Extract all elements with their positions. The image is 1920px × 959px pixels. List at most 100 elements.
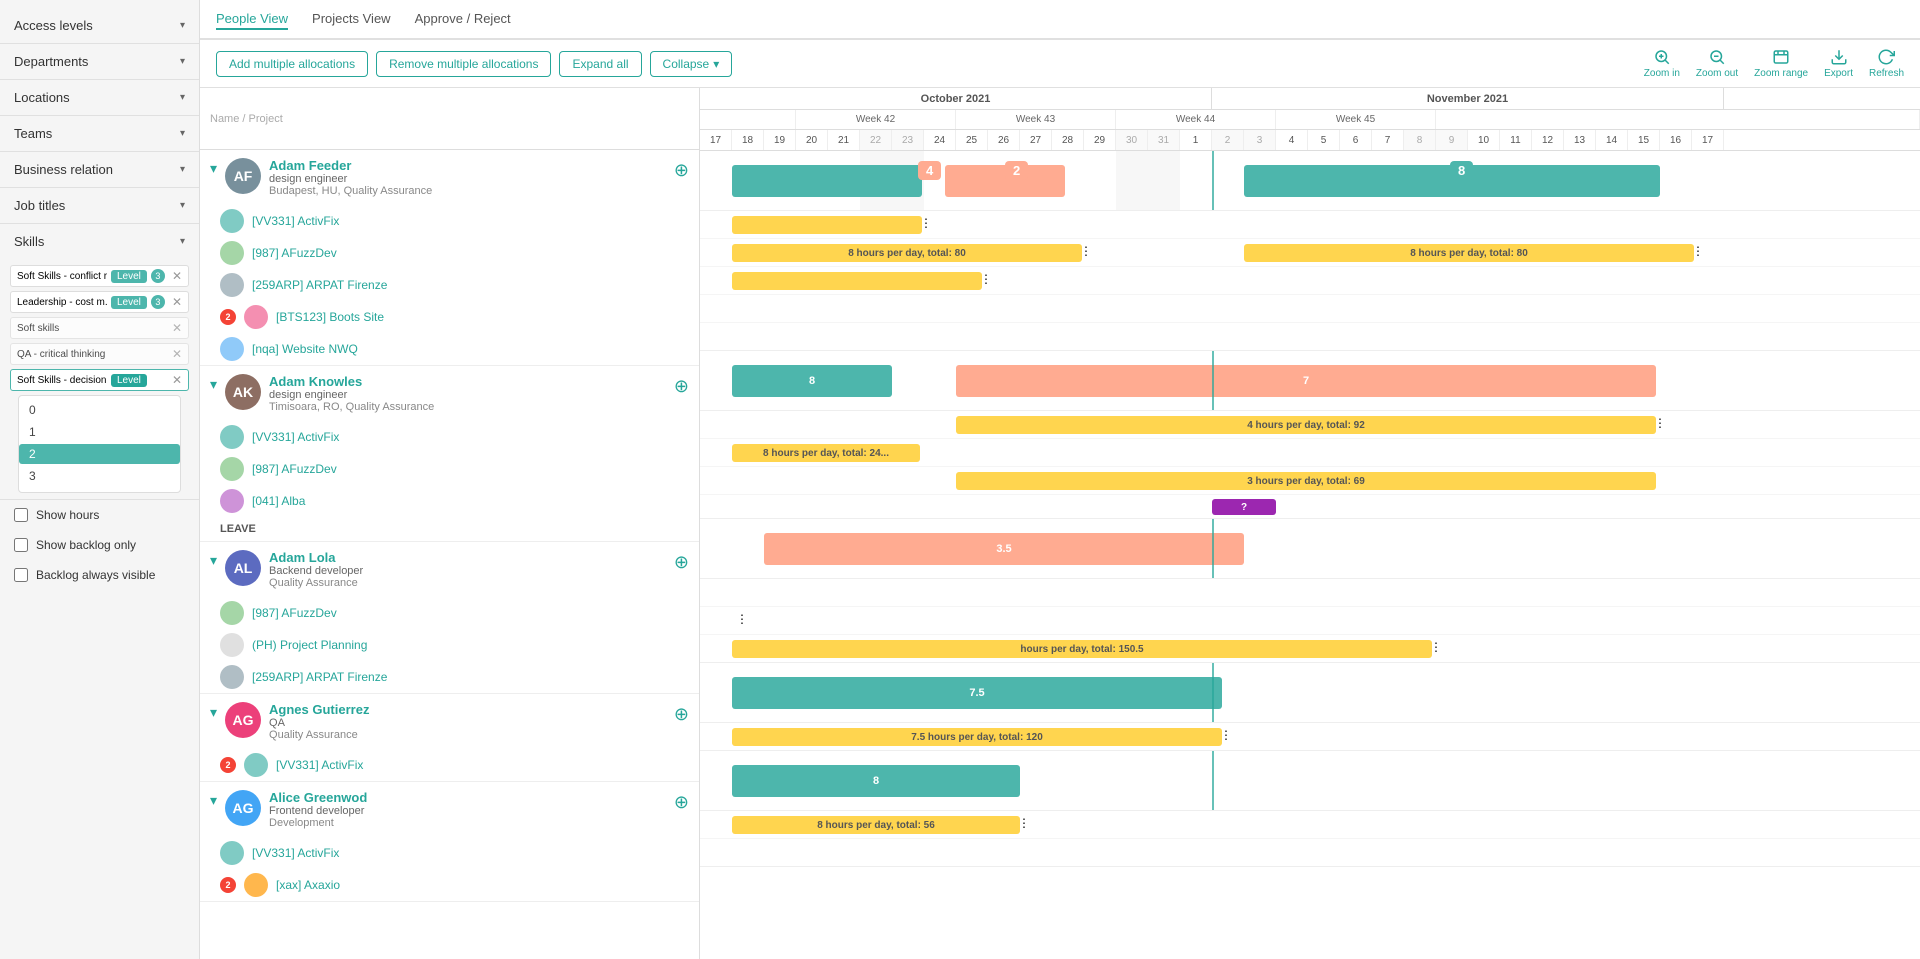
expand-all-button[interactable]: Expand all: [559, 51, 641, 77]
day-cell: 29: [1084, 130, 1116, 150]
project-name[interactable]: [987] AFuzzDev: [252, 462, 337, 476]
allocation-bar[interactable]: 7.5: [732, 677, 1222, 709]
project-name[interactable]: [VV331] ActivFix: [252, 430, 339, 444]
bar-menu: ⋮: [1654, 416, 1666, 430]
project-name[interactable]: [BTS123] Boots Site: [276, 310, 384, 324]
dropdown-item-2[interactable]: 2: [19, 444, 180, 464]
allocation-bar[interactable]: 8: [732, 765, 1020, 797]
backlog-visible-checkbox[interactable]: Backlog always visible: [0, 560, 199, 590]
zoom-range-action[interactable]: Zoom range: [1754, 48, 1808, 79]
show-hours-input[interactable]: [14, 508, 28, 522]
skills-dropdown: 0 1 2 3: [18, 395, 181, 493]
zoom-out-action[interactable]: Zoom out: [1696, 48, 1738, 79]
dropdown-item-0[interactable]: 0: [19, 400, 180, 420]
project-bar[interactable]: 8 hours per day, total: 80: [1244, 244, 1694, 262]
project-row: 2 [BTS123] Boots Site: [200, 301, 699, 333]
avatar: AL: [225, 550, 261, 586]
remove-skill-icon[interactable]: ✕: [172, 373, 182, 387]
project-bar[interactable]: 8 hours per day, total: 80: [732, 244, 1082, 262]
remove-skill-icon[interactable]: ✕: [172, 269, 182, 283]
project-name[interactable]: (PH) Project Planning: [252, 638, 367, 652]
gantt-project-row: ⋮: [700, 607, 1920, 635]
skill-tag-4: QA - critical thinking ... ✕: [10, 343, 189, 365]
dropdown-item-3[interactable]: 3: [19, 466, 180, 486]
day-cell: 18: [732, 130, 764, 150]
skill-level-button[interactable]: Level: [111, 270, 147, 283]
project-name[interactable]: [259ARP] ARPAT Firenze: [252, 278, 387, 292]
conflict-badge: 2: [220, 757, 236, 773]
project-name[interactable]: [xax] Axaxio: [276, 878, 340, 892]
project-bar[interactable]: 3 hours per day, total: 69: [956, 472, 1656, 490]
dropdown-item-1[interactable]: 1: [19, 422, 180, 442]
filter-business-relation[interactable]: Business relation ▾: [0, 152, 199, 188]
project-name[interactable]: [259ARP] ARPAT Firenze: [252, 670, 387, 684]
add-allocation-icon[interactable]: ⊕: [674, 552, 689, 573]
add-allocation-icon[interactable]: ⊕: [674, 160, 689, 181]
project-bar[interactable]: hours per day, total: 150.5: [732, 640, 1432, 658]
refresh-action[interactable]: Refresh: [1869, 48, 1904, 79]
zoom-in-action[interactable]: Zoom in: [1644, 48, 1680, 79]
project-bar[interactable]: [732, 216, 922, 234]
export-action[interactable]: Export: [1824, 48, 1853, 79]
add-allocation-icon[interactable]: ⊕: [674, 704, 689, 725]
remove-allocations-button[interactable]: Remove multiple allocations: [376, 51, 551, 77]
project-avatar: [220, 841, 244, 865]
tab-people-view[interactable]: People View: [216, 11, 288, 30]
bar-menu: ⋮: [1692, 244, 1704, 258]
backlog-visible-input[interactable]: [14, 568, 28, 582]
filter-teams[interactable]: Teams ▾: [0, 116, 199, 152]
project-bar[interactable]: 7.5 hours per day, total: 120: [732, 728, 1222, 746]
skill-level-button[interactable]: Level: [111, 296, 147, 309]
expand-icon[interactable]: ▾: [210, 376, 217, 393]
expand-icon[interactable]: ▾: [210, 792, 217, 809]
filter-access-levels[interactable]: Access levels ▾: [0, 8, 199, 44]
project-name[interactable]: [VV331] ActivFix: [276, 758, 363, 772]
weekend-bg: [1116, 151, 1180, 210]
project-name[interactable]: [987] AFuzzDev: [252, 606, 337, 620]
allocation-bar[interactable]: [732, 165, 922, 197]
leave-bar[interactable]: ?: [1212, 499, 1276, 515]
project-bar[interactable]: [732, 272, 982, 290]
project-row: [987] AFuzzDev: [200, 237, 699, 269]
avatar: AG: [225, 790, 261, 826]
expand-icon[interactable]: ▾: [210, 160, 217, 177]
project-bar[interactable]: 8 hours per day, total: 56: [732, 816, 1020, 834]
filter-locations[interactable]: Locations ▾: [0, 80, 199, 116]
filter-job-titles[interactable]: Job titles ▾: [0, 188, 199, 224]
tab-approve-reject[interactable]: Approve / Reject: [415, 11, 511, 30]
add-allocation-icon[interactable]: ⊕: [674, 792, 689, 813]
gantt-project-row: 8 hours per day, total: 80 ⋮ 8 hours per…: [700, 239, 1920, 267]
tab-projects-view[interactable]: Projects View: [312, 11, 391, 30]
show-hours-checkbox[interactable]: Show hours: [0, 500, 199, 530]
show-backlog-checkbox[interactable]: Show backlog only: [0, 530, 199, 560]
remove-skill-icon[interactable]: ✕: [172, 347, 182, 361]
person-title: Backend developer: [269, 565, 666, 577]
gantt-months-row: October 2021 November 2021: [700, 88, 1920, 110]
expand-icon[interactable]: ▾: [210, 552, 217, 569]
expand-icon[interactable]: ▾: [210, 704, 217, 721]
add-allocation-icon[interactable]: ⊕: [674, 376, 689, 397]
remove-skill-icon[interactable]: ✕: [172, 295, 182, 309]
day-cell: 19: [764, 130, 796, 150]
remove-skill-icon[interactable]: ✕: [172, 321, 182, 335]
filter-departments[interactable]: Departments ▾: [0, 44, 199, 80]
project-bar[interactable]: 8 hours per day, total: 24...: [732, 444, 920, 462]
allocation-bar[interactable]: 8: [732, 365, 892, 397]
day-cell: 2: [1212, 130, 1244, 150]
project-avatar: [220, 457, 244, 481]
project-name[interactable]: [041] Alba: [252, 494, 305, 508]
project-bar[interactable]: 4 hours per day, total: 92: [956, 416, 1656, 434]
allocation-bar[interactable]: 7: [956, 365, 1656, 397]
add-allocations-button[interactable]: Add multiple allocations: [216, 51, 368, 77]
day-cell: 11: [1500, 130, 1532, 150]
skill-level-button[interactable]: Level: [111, 374, 147, 387]
allocation-bar[interactable]: 3.5: [764, 533, 1244, 565]
day-cell: 20: [796, 130, 828, 150]
show-backlog-input[interactable]: [14, 538, 28, 552]
project-name[interactable]: [987] AFuzzDev: [252, 246, 337, 260]
avatar: AF: [225, 158, 261, 194]
project-name[interactable]: [VV331] ActivFix: [252, 846, 339, 860]
project-name[interactable]: [nqa] Website NWQ: [252, 342, 358, 356]
project-name[interactable]: [VV331] ActivFix: [252, 214, 339, 228]
collapse-button[interactable]: Collapse ▾: [650, 51, 733, 77]
